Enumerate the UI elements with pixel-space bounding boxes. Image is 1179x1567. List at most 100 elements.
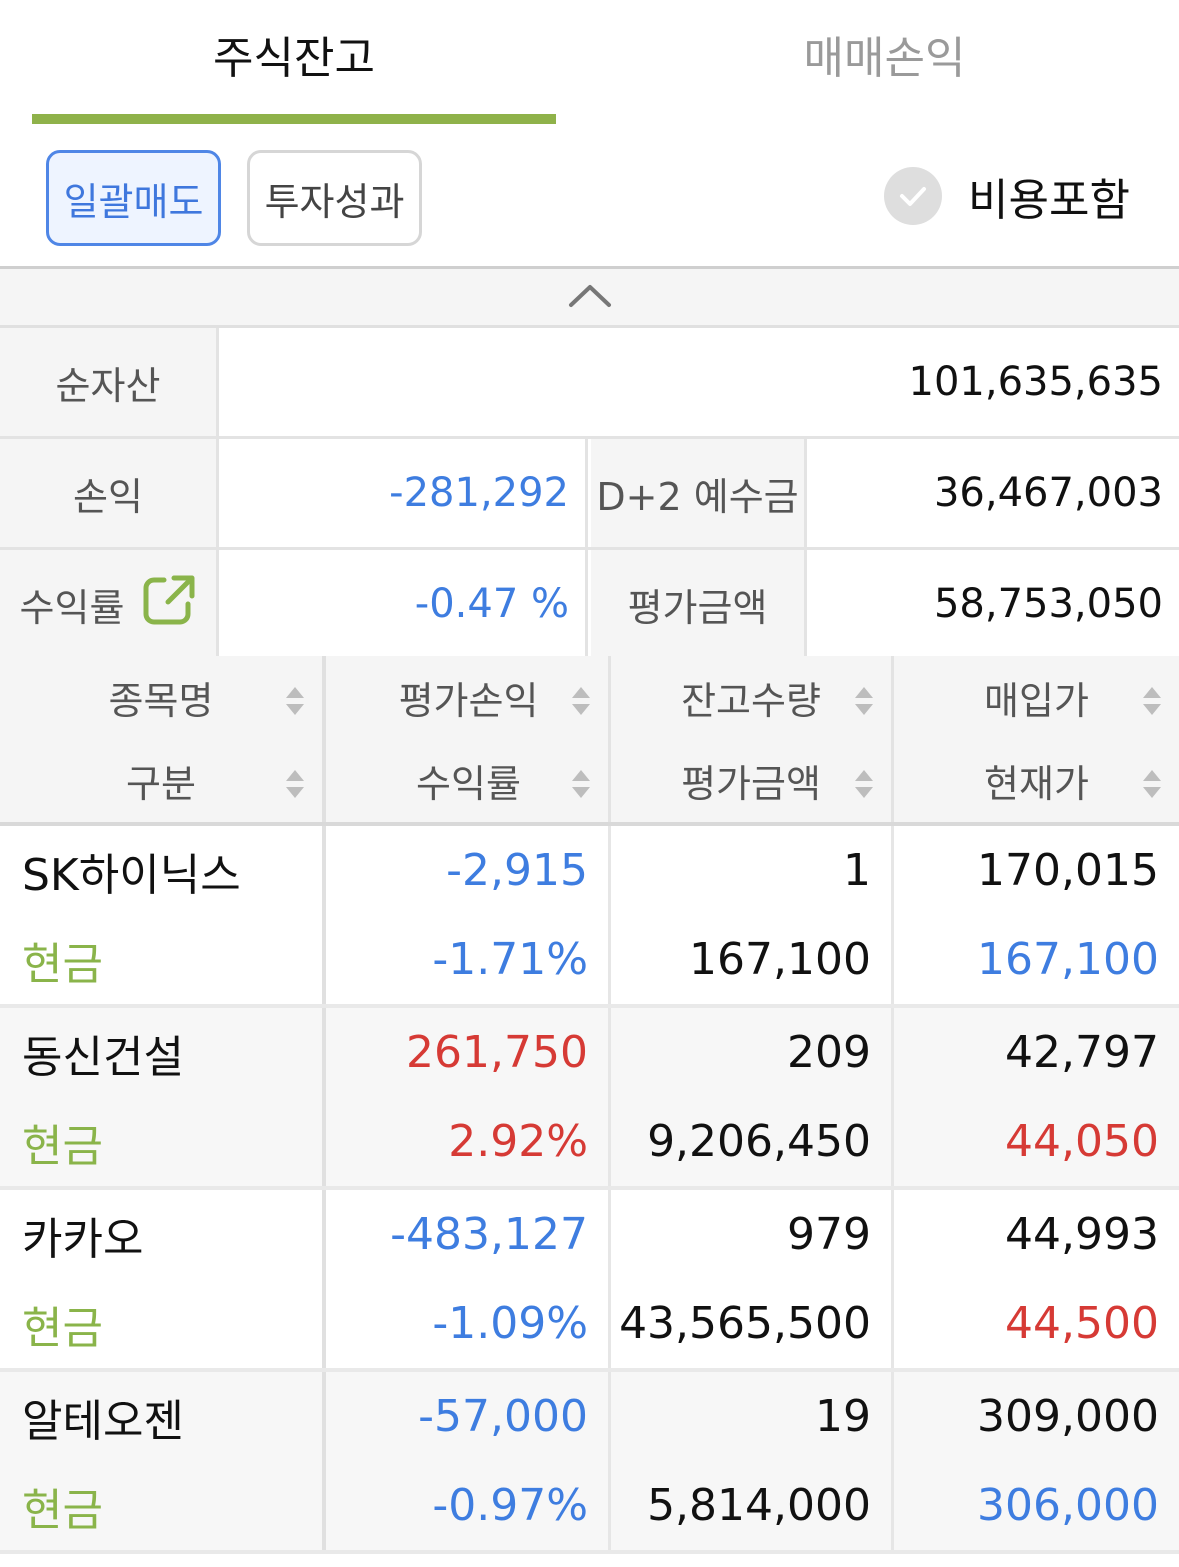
net-assets-value: 101,635,635 bbox=[222, 328, 1179, 436]
cell-price: 42,797 44,050 bbox=[894, 1008, 1179, 1186]
header-col-pnl: 평가손익 수익률 bbox=[329, 656, 611, 822]
buy-price: 44,993 bbox=[1005, 1209, 1159, 1260]
sort-by-quantity[interactable]: 잔고수량 bbox=[611, 656, 891, 739]
deposit-value: 36,467,003 bbox=[810, 439, 1179, 547]
sort-by-type[interactable]: 구분 bbox=[0, 739, 322, 822]
buy-price: 42,797 bbox=[1005, 1027, 1159, 1078]
cell-pnl: -483,127 -1.09% bbox=[329, 1190, 611, 1368]
cell-price: 170,015 167,100 bbox=[894, 826, 1179, 1004]
bulk-sell-button[interactable]: 일괄매도 bbox=[46, 150, 221, 246]
table-row[interactable]: 알테오젠 현금 -57,000 -0.97% 19 5,814,000 309,… bbox=[0, 1372, 1179, 1554]
investment-performance-button[interactable]: 투자성과 bbox=[247, 150, 422, 246]
cell-quantity: 979 43,565,500 bbox=[611, 1190, 894, 1368]
sort-icon bbox=[284, 765, 306, 809]
sort-icon bbox=[570, 682, 592, 726]
cell-name: 동신건설 현금 bbox=[0, 1008, 326, 1186]
deposit-label: D+2 예수금 bbox=[591, 439, 807, 547]
cell-name: 카카오 현금 bbox=[0, 1190, 326, 1368]
return-rate: 2.92% bbox=[448, 1116, 588, 1167]
eval-amount-label: 평가금액 bbox=[591, 550, 807, 658]
sort-by-current-price[interactable]: 현재가 bbox=[894, 739, 1179, 822]
cell-pnl: -57,000 -0.97% bbox=[329, 1372, 611, 1550]
sort-icon bbox=[853, 682, 875, 726]
eval-pnl: -483,127 bbox=[390, 1209, 588, 1260]
account-type: 현금 bbox=[22, 1484, 103, 1536]
header-col-quantity: 잔고수량 평가금액 bbox=[611, 656, 894, 822]
tab-stock-balance[interactable]: 주식잔고 bbox=[32, 22, 556, 86]
external-link-icon[interactable] bbox=[142, 574, 196, 635]
cell-quantity: 1 167,100 bbox=[611, 826, 894, 1004]
stock-name: 동신건설 bbox=[22, 1031, 184, 1083]
current-price: 167,100 bbox=[977, 934, 1159, 985]
return-label: 수익률 bbox=[19, 585, 125, 630]
sort-icon bbox=[570, 765, 592, 809]
account-type: 현금 bbox=[22, 938, 103, 990]
sort-by-buy-price[interactable]: 매입가 bbox=[894, 656, 1179, 739]
cell-name: 알테오젠 현금 bbox=[0, 1372, 326, 1550]
cell-pnl: 261,750 2.92% bbox=[329, 1008, 611, 1186]
header-col-name: 종목명 구분 bbox=[0, 656, 326, 822]
buy-price: 309,000 bbox=[977, 1391, 1159, 1442]
eval-amount: 43,565,500 bbox=[619, 1298, 871, 1349]
net-assets-label: 순자산 bbox=[0, 328, 219, 436]
current-price: 44,500 bbox=[1005, 1298, 1159, 1349]
eval-pnl: 261,750 bbox=[406, 1027, 588, 1078]
summary-row-net-assets: 순자산 101,635,635 bbox=[0, 328, 1179, 439]
stock-name: 알테오젠 bbox=[22, 1395, 184, 1447]
active-tab-indicator bbox=[32, 114, 556, 124]
sort-by-eval-pnl[interactable]: 평가손익 bbox=[329, 656, 608, 739]
eval-amount: 5,814,000 bbox=[647, 1480, 871, 1531]
cell-pnl: -2,915 -1.71% bbox=[329, 826, 611, 1004]
return-value: -0.47 % bbox=[222, 550, 588, 658]
return-rate: -1.09% bbox=[432, 1298, 588, 1349]
header-return-rate-label: 수익률 bbox=[416, 762, 521, 806]
sort-icon bbox=[853, 765, 875, 809]
current-price: 44,050 bbox=[1005, 1116, 1159, 1167]
stock-name: SK하이닉스 bbox=[22, 849, 241, 901]
cell-price: 309,000 306,000 bbox=[894, 1372, 1179, 1550]
sort-by-eval-amount[interactable]: 평가금액 bbox=[611, 739, 891, 822]
cell-quantity: 19 5,814,000 bbox=[611, 1372, 894, 1550]
chevron-up-icon bbox=[568, 282, 612, 312]
header-eval-pnl-label: 평가손익 bbox=[398, 679, 539, 723]
eval-pnl: -57,000 bbox=[418, 1391, 588, 1442]
table-row[interactable]: 동신건설 현금 261,750 2.92% 209 9,206,450 42,7… bbox=[0, 1008, 1179, 1190]
table-row[interactable]: SK하이닉스 현금 -2,915 -1.71% 1 167,100 170,01… bbox=[0, 826, 1179, 1008]
account-summary: 순자산 101,635,635 손익 -281,292 D+2 예수금 36,4… bbox=[0, 328, 1179, 661]
quantity: 1 bbox=[843, 845, 871, 896]
sort-icon bbox=[284, 682, 306, 726]
header-quantity-label: 잔고수량 bbox=[681, 679, 821, 723]
header-type-label: 구분 bbox=[126, 762, 196, 806]
return-label-cell[interactable]: 수익률 bbox=[0, 550, 219, 658]
eval-amount: 9,206,450 bbox=[647, 1116, 871, 1167]
tab-trade-pnl[interactable]: 매매손익 bbox=[590, 22, 1179, 86]
cell-name: SK하이닉스 현금 bbox=[0, 826, 326, 1004]
header-buy-price-label: 매입가 bbox=[984, 679, 1089, 723]
header-col-price: 매입가 현재가 bbox=[894, 656, 1179, 822]
current-price: 306,000 bbox=[977, 1480, 1159, 1531]
return-rate: -0.97% bbox=[432, 1480, 588, 1531]
cell-price: 44,993 44,500 bbox=[894, 1190, 1179, 1368]
buy-price: 170,015 bbox=[977, 845, 1159, 896]
eval-pnl: -2,915 bbox=[446, 845, 588, 896]
sort-icon bbox=[1141, 765, 1163, 809]
sort-by-name[interactable]: 종목명 bbox=[0, 656, 322, 739]
summary-row-return: 수익률 -0.47 % 평가금액 58,753,050 bbox=[0, 550, 1179, 661]
table-row[interactable]: 카카오 현금 -483,127 -1.09% 979 43,565,500 44… bbox=[0, 1190, 1179, 1372]
include-fees-label: 비용포함 bbox=[968, 175, 1130, 226]
account-type: 현금 bbox=[22, 1302, 103, 1354]
account-type: 현금 bbox=[22, 1120, 103, 1172]
holdings-table-header: 종목명 구분 평가손익 수익률 잔고수량 평가금액 매입가 현재가 bbox=[0, 656, 1179, 826]
header-current-price-label: 현재가 bbox=[984, 762, 1089, 806]
tab-bar: 주식잔고 매매손익 bbox=[0, 0, 1179, 124]
check-circle-icon bbox=[884, 167, 942, 225]
header-eval-amount-label: 평가금액 bbox=[681, 762, 821, 806]
eval-amount-value: 58,753,050 bbox=[810, 550, 1179, 658]
sort-by-return-rate[interactable]: 수익률 bbox=[329, 739, 608, 822]
stock-name: 카카오 bbox=[22, 1213, 144, 1265]
quantity: 979 bbox=[787, 1209, 871, 1260]
collapse-summary-button[interactable] bbox=[0, 266, 1179, 328]
pnl-value: -281,292 bbox=[222, 439, 588, 547]
include-fees-toggle[interactable]: 비용포함 bbox=[884, 166, 1130, 226]
sort-icon bbox=[1141, 682, 1163, 726]
